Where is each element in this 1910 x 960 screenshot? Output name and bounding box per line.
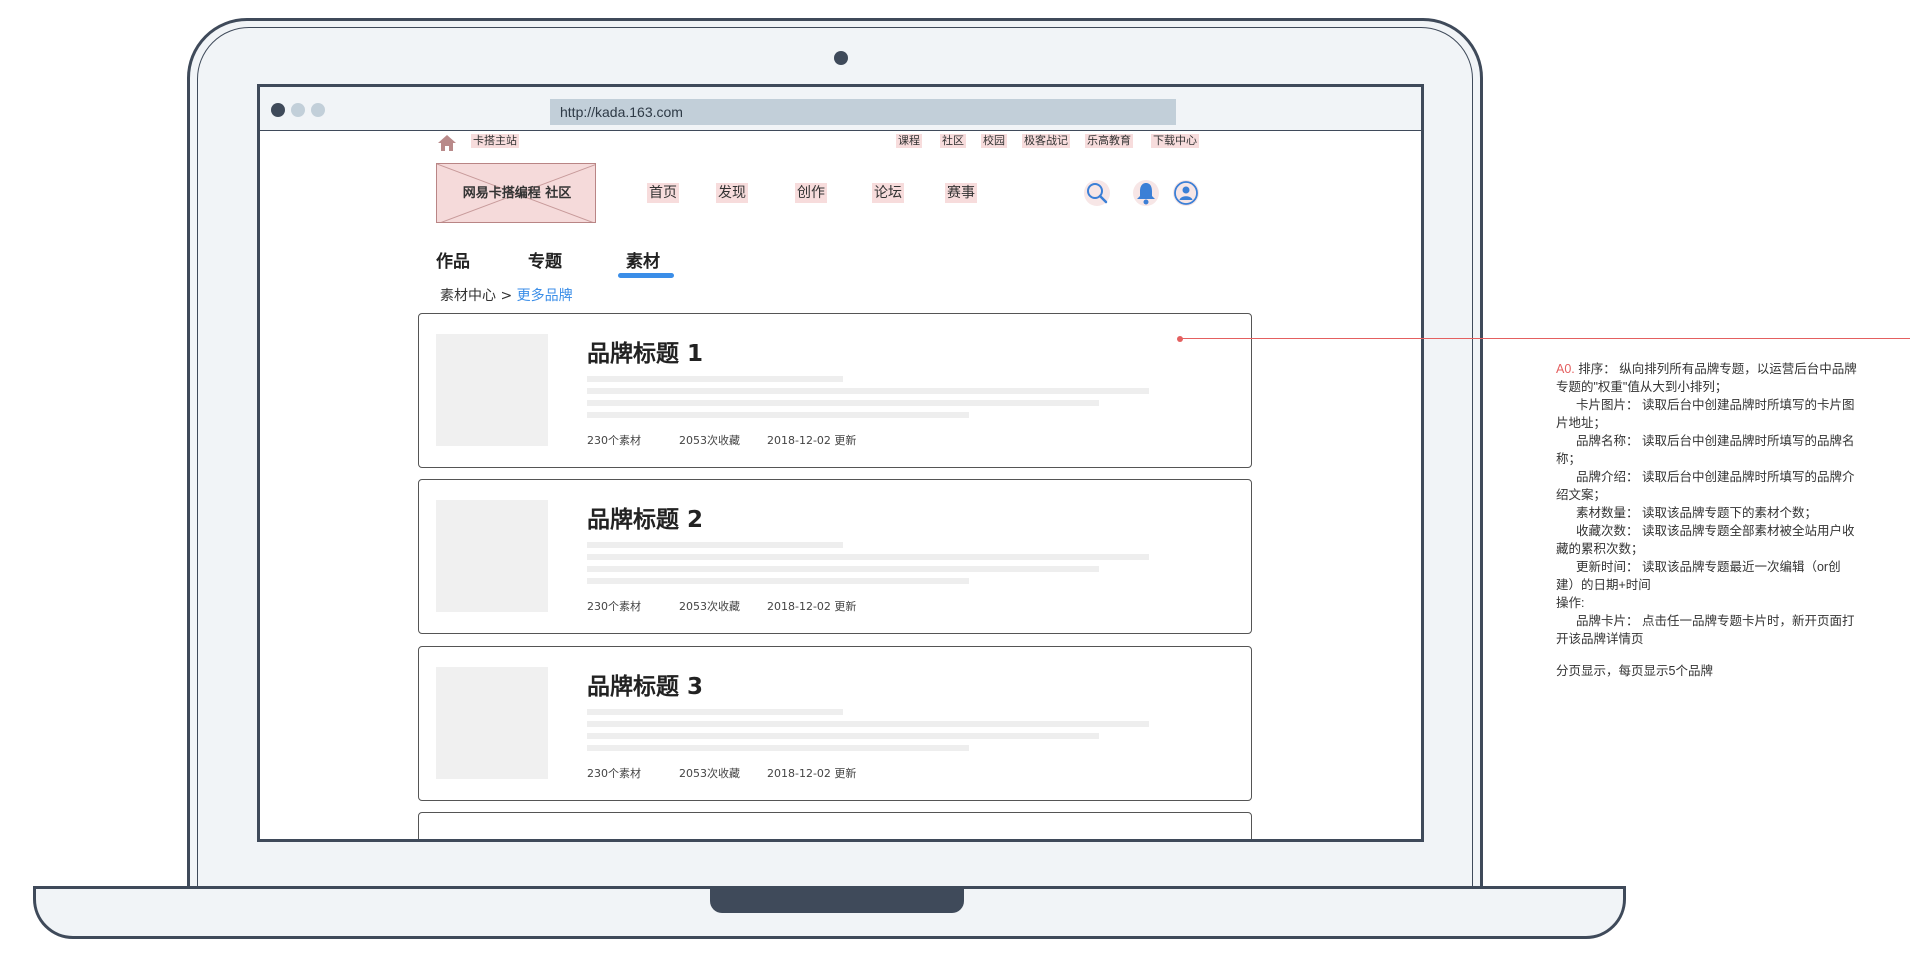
note-line: 操作: bbox=[1556, 596, 1585, 610]
active-tab-indicator bbox=[618, 273, 674, 278]
note-line: 排序： 纵向排列所有品牌专题，以运营后台中品牌专题的"权重"值从大到小排列； bbox=[1556, 362, 1857, 394]
brand-card[interactable]: 品牌标题 3 230个素材 2053次收藏 2018-12-02 更新 bbox=[418, 646, 1252, 801]
card-image bbox=[436, 667, 548, 779]
card-description-line bbox=[587, 578, 969, 584]
card-favorite-count: 2053次收藏 bbox=[679, 434, 740, 447]
note-line: 品牌介绍： 读取后台中创建品牌时所填写的品牌介绍文案； bbox=[1556, 470, 1855, 502]
card-description-line bbox=[587, 376, 843, 382]
card-description-line bbox=[587, 745, 969, 751]
user-avatar-icon[interactable] bbox=[1172, 179, 1200, 207]
camera-icon bbox=[834, 51, 848, 65]
browser-chrome: http://kada.163.com bbox=[260, 87, 1421, 131]
note-line: 品牌名称： 读取后台中创建品牌时所填写的品牌名称； bbox=[1556, 434, 1855, 466]
nav-discover[interactable]: 发现 bbox=[716, 183, 748, 203]
note-line: 卡片图片： 读取后台中创建品牌时所填写的卡片图片地址； bbox=[1556, 398, 1855, 430]
topbar-link-courses[interactable]: 课程 bbox=[896, 134, 922, 148]
card-updated-time: 2018-12-02 更新 bbox=[767, 767, 857, 780]
minimize-window-dot-icon[interactable] bbox=[291, 103, 305, 117]
card-description-line bbox=[587, 388, 1149, 394]
card-description-line bbox=[587, 412, 969, 418]
nav-contest[interactable]: 赛事 bbox=[945, 183, 977, 203]
topbar-link-geek[interactable]: 极客战记 bbox=[1022, 134, 1070, 148]
card-description-line bbox=[587, 400, 1099, 406]
breadcrumb-current[interactable]: 更多品牌 bbox=[517, 288, 573, 304]
card-description-line bbox=[587, 709, 843, 715]
home-icon[interactable] bbox=[436, 134, 458, 152]
breadcrumb-root[interactable]: 素材中心 bbox=[440, 288, 496, 304]
card-favorite-count: 2053次收藏 bbox=[679, 767, 740, 780]
close-window-dot-icon[interactable] bbox=[271, 103, 285, 117]
card-description-line bbox=[587, 542, 843, 548]
card-description-line bbox=[587, 733, 1099, 739]
topbar-link-download[interactable]: 下载中心 bbox=[1151, 134, 1199, 148]
brand-card-partial[interactable] bbox=[418, 812, 1252, 839]
note-line: 素材数量： 读取该品牌专题下的素材个数； bbox=[1576, 506, 1817, 520]
card-updated-time: 2018-12-02 更新 bbox=[767, 600, 857, 613]
nav-create[interactable]: 创作 bbox=[795, 183, 827, 203]
search-icon[interactable] bbox=[1083, 179, 1111, 207]
card-title: 品牌标题 3 bbox=[587, 674, 704, 700]
topbar-link-lego[interactable]: 乐高教育 bbox=[1085, 134, 1133, 148]
annotation-tag: A0. bbox=[1556, 362, 1575, 376]
nav-home[interactable]: 首页 bbox=[647, 183, 679, 203]
screen: http://kada.163.com 卡搭主站 课程 社区 校园 极客战记 乐… bbox=[257, 84, 1424, 842]
annotation-connector bbox=[1180, 338, 1910, 339]
annotation-notes: A0. 排序： 纵向排列所有品牌专题，以运营后台中品牌专题的"权重"值从大到小排… bbox=[1556, 360, 1858, 680]
card-updated-time: 2018-12-02 更新 bbox=[767, 434, 857, 447]
tab-materials[interactable]: 素材 bbox=[626, 247, 660, 272]
card-description-line bbox=[587, 554, 1149, 560]
logo-text: 网易卡搭编程 社区 bbox=[462, 186, 572, 201]
card-material-count: 230个素材 bbox=[587, 600, 641, 613]
card-description-line bbox=[587, 721, 1149, 727]
card-title: 品牌标题 2 bbox=[587, 507, 704, 533]
note-line: 收藏次数： 读取该品牌专题全部素材被全站用户收藏的累积次数； bbox=[1556, 524, 1855, 556]
topbar-link-community[interactable]: 社区 bbox=[940, 134, 966, 148]
brand-card[interactable]: 品牌标题 2 230个素材 2053次收藏 2018-12-02 更新 bbox=[418, 479, 1252, 634]
breadcrumb: 素材中心 > 更多品牌 bbox=[440, 285, 573, 305]
card-title: 品牌标题 1 bbox=[587, 341, 704, 367]
bell-icon[interactable] bbox=[1132, 179, 1160, 207]
annotation-anchor bbox=[1177, 336, 1183, 342]
breadcrumb-separator: > bbox=[496, 288, 517, 304]
tab-topics[interactable]: 专题 bbox=[528, 247, 562, 272]
address-bar[interactable]: http://kada.163.com bbox=[550, 99, 1176, 125]
note-line: 更新时间： 读取该品牌专题最近一次编辑（or创建）的日期+时间 bbox=[1556, 560, 1841, 592]
laptop-notch bbox=[710, 886, 964, 913]
card-material-count: 230个素材 bbox=[587, 434, 641, 447]
topbar-link-campus[interactable]: 校园 bbox=[981, 134, 1007, 148]
tab-works[interactable]: 作品 bbox=[436, 247, 470, 272]
note-line: 品牌卡片： 点击任一品牌专题卡片时，新开页面打开该品牌详情页 bbox=[1556, 614, 1855, 646]
home-link[interactable]: 卡搭主站 bbox=[471, 134, 519, 148]
card-material-count: 230个素材 bbox=[587, 767, 641, 780]
card-description-line bbox=[587, 566, 1099, 572]
card-image bbox=[436, 334, 548, 446]
card-favorite-count: 2053次收藏 bbox=[679, 600, 740, 613]
brand-card[interactable]: 品牌标题 1 230个素材 2053次收藏 2018-12-02 更新 bbox=[418, 313, 1252, 468]
note-line: 分页显示，每页显示5个品牌 bbox=[1556, 664, 1713, 678]
maximize-window-dot-icon[interactable] bbox=[311, 103, 325, 117]
site-logo[interactable]: 网易卡搭编程 社区 bbox=[436, 163, 596, 223]
nav-forum[interactable]: 论坛 bbox=[872, 183, 904, 203]
card-image bbox=[436, 500, 548, 612]
